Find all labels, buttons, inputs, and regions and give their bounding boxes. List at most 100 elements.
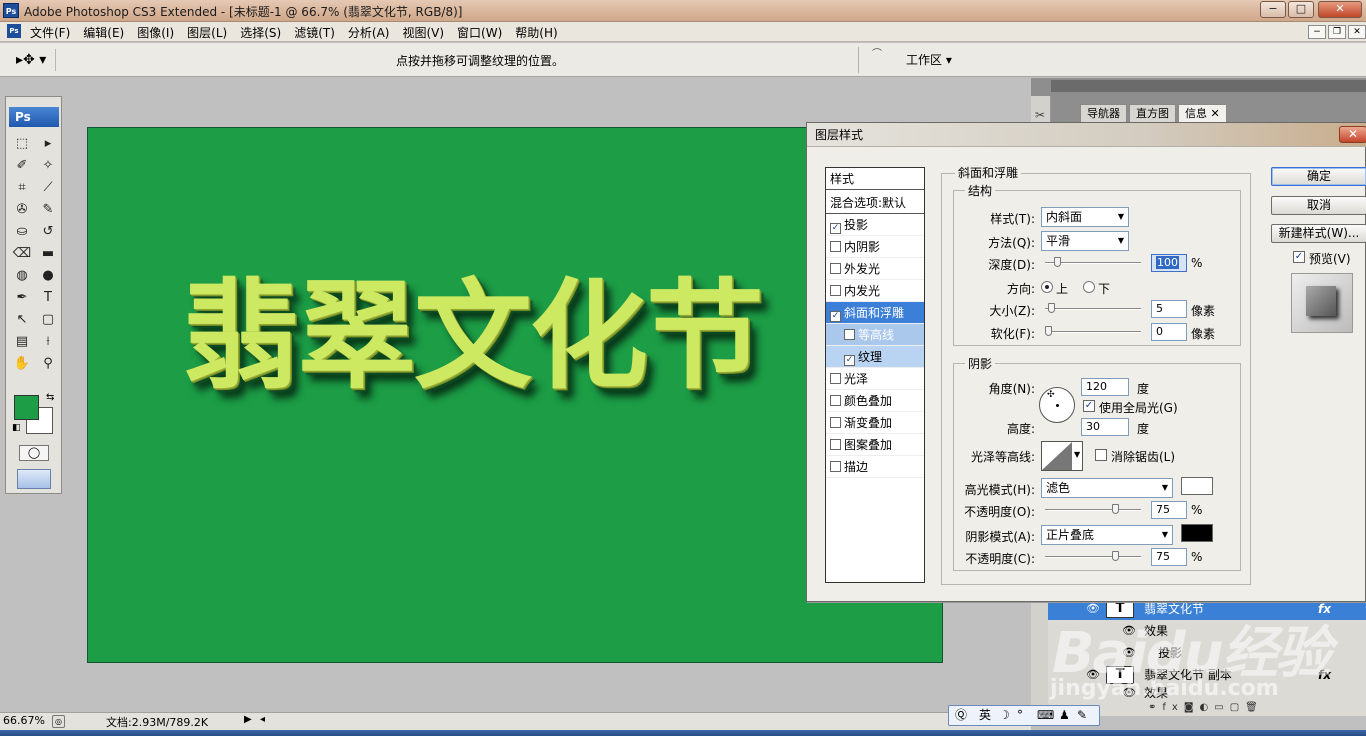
direction-up-radio[interactable] [1041,281,1053,293]
checkbox-icon[interactable] [830,439,841,450]
shadow-opacity-slider[interactable] [1045,556,1141,558]
close-button[interactable]: ✕ [1318,1,1362,18]
size-slider[interactable] [1045,308,1141,310]
ime-language[interactable]: 英 [979,706,991,725]
new-style-button[interactable]: 新建样式(W)... [1271,224,1366,243]
checkbox-icon[interactable] [830,241,841,252]
history-brush-tool-icon[interactable]: ↺ [36,221,60,242]
eyedropper-tool-icon[interactable]: ⟊ [36,331,60,352]
technique-select[interactable]: 平滑 ▼ [1041,231,1129,251]
status-menu-icon[interactable]: ◎ [52,715,65,728]
clone-stamp-tool-icon[interactable]: ⛀ [10,221,34,242]
checkbox-icon[interactable] [844,329,855,340]
checkbox-icon[interactable]: ✓ [830,311,841,322]
ime-keyboard-icon[interactable]: ⌨ [1037,706,1054,725]
style-item-inner-glow[interactable]: 内发光 [826,280,924,302]
minimize-button[interactable]: − [1260,1,1286,18]
style-item-drop-shadow[interactable]: ✓ 投影 [826,214,924,236]
tab-navigator[interactable]: 导航器 [1080,104,1127,122]
brush-tool-icon[interactable]: ✎ [36,199,60,220]
tab-histogram[interactable]: 直方图 [1129,104,1176,122]
doc-restore-button[interactable]: ❐ [1328,25,1346,39]
gloss-contour-picker[interactable]: ▼ [1041,441,1083,471]
ok-button[interactable]: 确定 [1271,167,1366,186]
move-tool-icon[interactable]: ▸ [36,133,60,154]
pen-tool-icon[interactable]: ✒ [10,287,34,308]
soften-slider[interactable] [1045,331,1141,333]
menu-file[interactable]: 文件(F) [30,24,77,41]
shape-tool-icon[interactable]: ▢ [36,309,60,330]
crop-tool-icon[interactable]: ⌗ [10,177,34,198]
bevel-style-select[interactable]: 内斜面 ▼ [1041,207,1129,227]
path-selection-tool-icon[interactable]: ↖ [10,309,34,330]
checkbox-icon[interactable] [830,417,841,428]
zoom-tool-icon[interactable]: ⚲ [36,353,60,374]
style-item-stroke[interactable]: 描边 [826,456,924,478]
ime-moon-icon[interactable]: ☽ [999,706,1010,725]
anti-aliased-checkbox[interactable] [1095,449,1107,461]
gradient-tool-icon[interactable]: ▬ [36,243,60,264]
checkbox-icon[interactable] [830,461,841,472]
maximize-button[interactable]: □ [1288,1,1314,18]
style-item-inner-shadow[interactable]: 内阴影 [826,236,924,258]
dock-header[interactable] [1051,80,1366,92]
palette-well-icon[interactable]: ⌒ [872,45,882,60]
slice-tool-icon[interactable]: ⟋ [36,177,60,198]
angle-dial[interactable]: ✣ [1039,387,1075,423]
type-tool-icon[interactable]: T [36,287,60,308]
ime-logo-icon[interactable]: Ⓠ [955,706,967,725]
doc-minimize-button[interactable]: − [1308,25,1326,39]
tab-info[interactable]: 信息 ✕ [1178,104,1227,122]
menu-edit[interactable]: 编辑(E) [83,24,131,41]
status-arrow-icon[interactable]: ▶ [244,714,252,725]
blend-options-item[interactable]: 混合选项:默认 [826,192,924,214]
angle-input[interactable]: 120 [1081,378,1129,396]
foreground-color-swatch[interactable] [14,395,39,420]
checkbox-icon[interactable] [830,395,841,406]
doc-close-button[interactable]: ✕ [1348,25,1366,39]
checkbox-icon[interactable] [830,263,841,274]
depth-input[interactable]: 100 [1151,254,1187,272]
workspace-menu[interactable]: 工作区 ▾ [906,51,952,68]
notes-tool-icon[interactable]: ▤ [10,331,34,352]
magic-wand-tool-icon[interactable]: ✧ [36,155,60,176]
styles-header[interactable]: 样式 [826,168,924,190]
healing-brush-tool-icon[interactable]: ✇ [10,199,34,220]
menu-filter[interactable]: 滤镜(T) [294,24,342,41]
style-item-pattern-overlay[interactable]: 图案叠加 [826,434,924,456]
style-item-contour[interactable]: 等高线 [826,324,924,346]
quick-mask-button[interactable]: ◯ [19,445,49,461]
soften-slider-handle[interactable] [1045,326,1052,336]
swap-colors-icon[interactable]: ⇆ [46,392,54,403]
ime-user-icon[interactable]: ♟ [1059,706,1070,725]
checkbox-icon[interactable]: ✓ [844,355,855,366]
menu-image[interactable]: 图像(I) [137,24,181,41]
direction-down-radio[interactable] [1083,281,1095,293]
shadow-mode-select[interactable]: 正片叠底 ▼ [1041,525,1173,545]
global-light-checkbox[interactable]: ✓ [1083,400,1095,412]
ime-toolbar[interactable]: Ⓠ 英 ☽ ° ⌨ ♟ ✎ [948,705,1100,726]
shadow-color-swatch[interactable] [1181,524,1213,542]
dialog-close-button[interactable]: ✕ [1339,126,1366,143]
style-item-gradient-overlay[interactable]: 渐变叠加 [826,412,924,434]
highlight-opacity-slider-handle[interactable] [1111,504,1119,514]
menu-select[interactable]: 选择(S) [240,24,288,41]
soften-input[interactable]: 0 [1151,323,1187,341]
cancel-button[interactable]: 取消 [1271,196,1366,215]
scroll-left-icon[interactable]: ◂ [260,714,265,725]
screen-mode-button[interactable] [17,469,51,489]
checkbox-icon[interactable] [830,373,841,384]
style-item-satin[interactable]: 光泽 [826,368,924,390]
highlight-opacity-input[interactable]: 75 [1151,501,1187,519]
marquee-tool-icon[interactable]: ⬚ [10,133,34,154]
shadow-opacity-input[interactable]: 75 [1151,548,1187,566]
shadow-opacity-slider-handle[interactable] [1111,551,1119,561]
size-input[interactable]: 5 [1151,300,1187,318]
default-colors-icon[interactable]: ◧ [12,423,21,433]
zoom-level[interactable]: 66.67% [3,714,45,727]
altitude-input[interactable]: 30 [1081,418,1129,436]
style-item-bevel-emboss[interactable]: ✓ 斜面和浮雕 [826,302,924,324]
menu-view[interactable]: 视图(V) [402,24,451,41]
collapsed-tool-icon[interactable]: ✂ [1035,108,1045,122]
ime-punct-icon[interactable]: ° [1017,706,1023,725]
